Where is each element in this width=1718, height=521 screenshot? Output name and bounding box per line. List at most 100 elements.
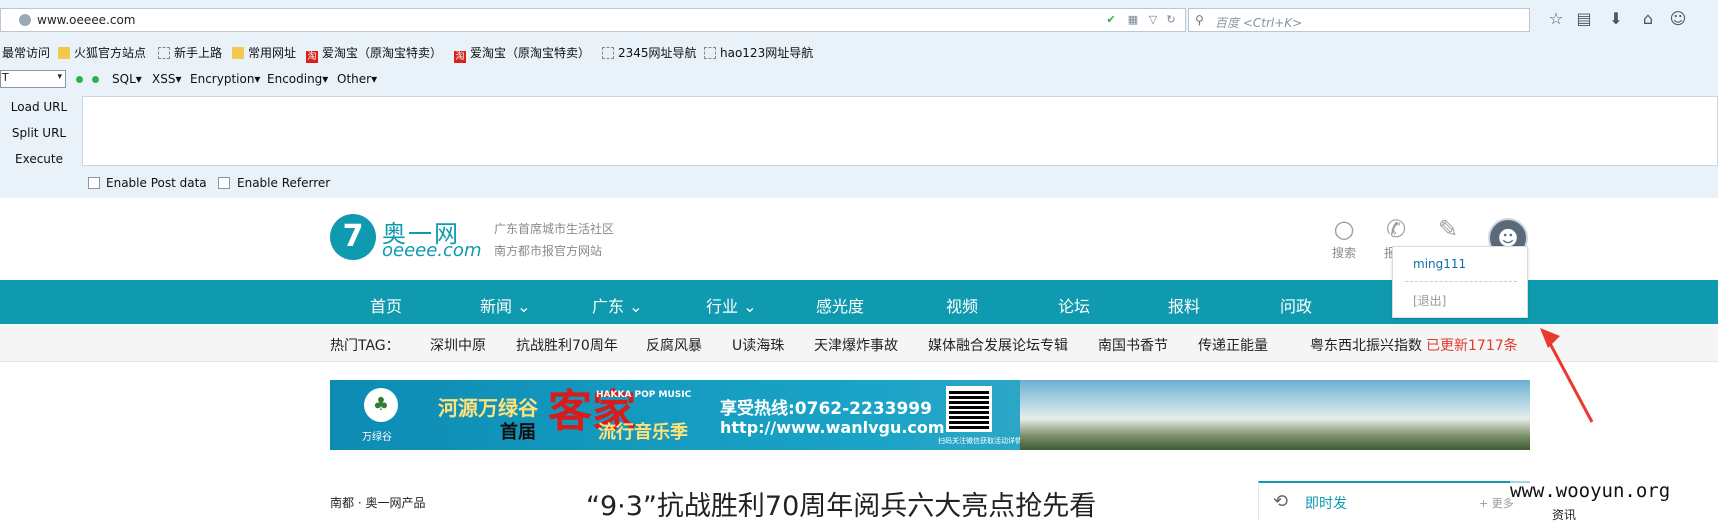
bookmark-label: 2345网址导航 [618,46,697,60]
nav-item-video[interactable]: 视频 [946,293,978,317]
split-url-button[interactable]: Split URL [0,126,78,140]
hackbar-add-icon[interactable] [92,76,99,83]
load-url-button[interactable]: Load URL [0,100,78,114]
more-link[interactable]: + 更多 [1479,495,1514,511]
url-text[interactable]: www.oeeee.com [37,13,135,27]
product-label: 南都 · 奥一网产品 [330,496,426,510]
hot-tag[interactable]: 深圳中原 [430,335,486,355]
banner-music-season: 流行音乐季 [598,422,688,443]
nav-item-report[interactable]: 报料 [1168,293,1200,317]
hackbar-toolbar: T ▾ SQL▾ XSS▾ Encryption▾ Encoding▾ Other… [0,66,1718,92]
nav-item-photo[interactable]: 感光度 [816,293,864,317]
bookmark-item[interactable]: 2345网址导航 [602,44,697,61]
hot-tag[interactable]: 传递正能量 [1198,335,1268,355]
home-icon[interactable]: ⌂ [1638,9,1658,29]
bookmark-item[interactable]: hao123网址导航 [704,44,813,61]
page-icon [602,47,614,59]
hot-tag[interactable]: 南国书香节 [1098,335,1168,355]
nav-item-industry[interactable]: 行业 ⌄ [706,293,757,317]
hackbar-menu-encoding[interactable]: Encoding▾ [267,72,328,86]
history-icon: ⟲ [1273,491,1289,512]
folder-icon [232,47,244,59]
shield-icon[interactable]: ✔ [1104,13,1118,27]
edit-icon: ✎ [1437,215,1459,243]
chat-icon[interactable]: ☺ [1668,9,1688,29]
hackbar-menu-sql[interactable]: SQL▾ [112,72,142,86]
dropdown-divider [1405,281,1517,282]
hot-tag[interactable]: 粤东西北振兴指数 [1310,335,1422,355]
site-tagline: 广东首席城市生活社区 [494,222,615,236]
hackbar-select-value: T [2,71,9,84]
bookmark-label: 爱淘宝（原淘宝特卖） [470,46,591,60]
enable-referrer-label[interactable]: Enable Referrer [237,176,330,190]
logo-subtitle[interactable]: oeeee.com [382,240,481,261]
search-icon: ⚲ [1195,13,1204,27]
update-count: 已更新1717条 [1426,338,1518,354]
hackbar-toggle-icon[interactable] [76,76,83,83]
nav-item-politics[interactable]: 问政 [1280,293,1312,317]
site-identity-icon[interactable] [19,14,31,26]
url-history-dropdown-icon[interactable]: ▽ [1146,13,1160,27]
hackbar-panel: Load URL Split URL Execute [0,96,1718,166]
news-label[interactable]: 资讯 [1552,506,1576,521]
bookmark-item[interactable]: 新手上路 [158,44,222,61]
bookmark-item[interactable]: 火狐官方站点 [58,44,146,61]
username-link[interactable]: ming111 [1413,257,1466,271]
hot-tag-label: 热门TAG： [330,338,400,354]
enable-post-data-label[interactable]: Enable Post data [106,176,207,190]
hackbar-url-textarea[interactable] [82,96,1718,166]
hot-tag[interactable]: 反腐风暴 [646,335,702,355]
enable-post-data-checkbox[interactable] [88,177,100,189]
headline-link[interactable]: “9·3”抗战胜利70周年阅兵六大亮点抢先看 [586,484,1096,521]
search-bar[interactable]: ⚲ 百度 <Ctrl+K> [1188,8,1530,32]
phone-icon: ✆ [1385,215,1407,243]
library-icon[interactable]: ▤ [1574,9,1594,29]
taobao-icon: 淘 [306,51,318,63]
bookmark-label: hao123网址导航 [720,46,814,60]
banner-url: http://www.wanlvgu.com [720,418,945,437]
hackbar-menu-encryption[interactable]: Encryption▾ [190,72,260,86]
live-news-label[interactable]: 即时发 [1305,493,1347,513]
bookmark-item[interactable]: 淘爱淘宝（原淘宝特卖） [306,44,442,63]
bookmark-label: 火狐官方站点 [74,46,147,60]
hackbar-select[interactable]: T ▾ [0,70,66,88]
banner-hotline: 享受热线:0762-2233999 [720,399,932,419]
header-search-button[interactable]: ○ 搜索 [1324,214,1364,261]
banner-hakka: HAKKA POP MUSIC [596,390,692,400]
annotation-arrow-icon [1540,328,1594,423]
taobao-icon: 淘 [454,51,466,63]
url-bar[interactable]: www.oeeee.com ✔ ▦ ▽ ↻ [0,8,1186,32]
navigation-toolbar: ← www.oeeee.com ✔ ▦ ▽ ↻ ⚲ 百度 <Ctrl+K> ☆ … [0,0,1718,38]
bookmark-label: 最常访问 [2,46,51,60]
logout-link[interactable]: [退出] [1413,292,1446,309]
banner-title: 河源万绿谷 [438,396,538,420]
hot-tag[interactable]: 抗战胜利70周年 [516,335,618,355]
ad-banner[interactable]: ♣ 万绿谷 河源万绿谷 客家 HAKKA POP MUSIC 首届 流行音乐季 … [330,380,1530,450]
hot-tag[interactable]: U读海珠 [732,335,784,355]
logo-icon[interactable]: 7 [330,214,376,260]
reload-icon[interactable]: ↻ [1164,13,1178,27]
bookmark-item[interactable]: 淘爱淘宝（原淘宝特卖） [454,44,590,63]
hot-tag[interactable]: 媒体融合发展论坛专辑 [928,335,1068,355]
nav-item-home[interactable]: 首页 [370,293,402,317]
chevron-down-icon: ▾ [57,72,62,82]
nav-item-forum[interactable]: 论坛 [1058,293,1090,317]
enable-referrer-checkbox[interactable] [218,177,230,189]
header-tool-label: 搜索 [1331,246,1356,260]
hot-tag[interactable]: 天津爆炸事故 [814,335,898,355]
execute-button[interactable]: Execute [0,152,78,166]
bookmark-item[interactable]: 常用网址 [232,44,296,61]
bookmark-star-icon[interactable]: ☆ [1546,9,1566,29]
download-icon[interactable]: ⬇ [1606,9,1626,29]
search-icon: ○ [1333,215,1355,243]
hackbar-menu-other[interactable]: Other▾ [337,72,377,86]
qr-code-icon [946,386,992,432]
hackbar-menu-xss[interactable]: XSS▾ [152,72,181,86]
banner-first-edition: 首届 [500,422,536,443]
nav-item-guangdong[interactable]: 广东 ⌄ [592,293,643,317]
bookmark-item[interactable]: 最常访问 [2,44,50,61]
qr-code-icon[interactable]: ▦ [1126,13,1140,27]
nav-item-news[interactable]: 新闻 ⌄ [480,293,531,317]
hot-tag-bar: 热门TAG： 深圳中原 抗战胜利70周年 反腐风暴 U读海珠 天津爆炸事故 媒体… [0,324,1718,362]
bookmark-label: 爱淘宝（原淘宝特卖） [322,46,443,60]
